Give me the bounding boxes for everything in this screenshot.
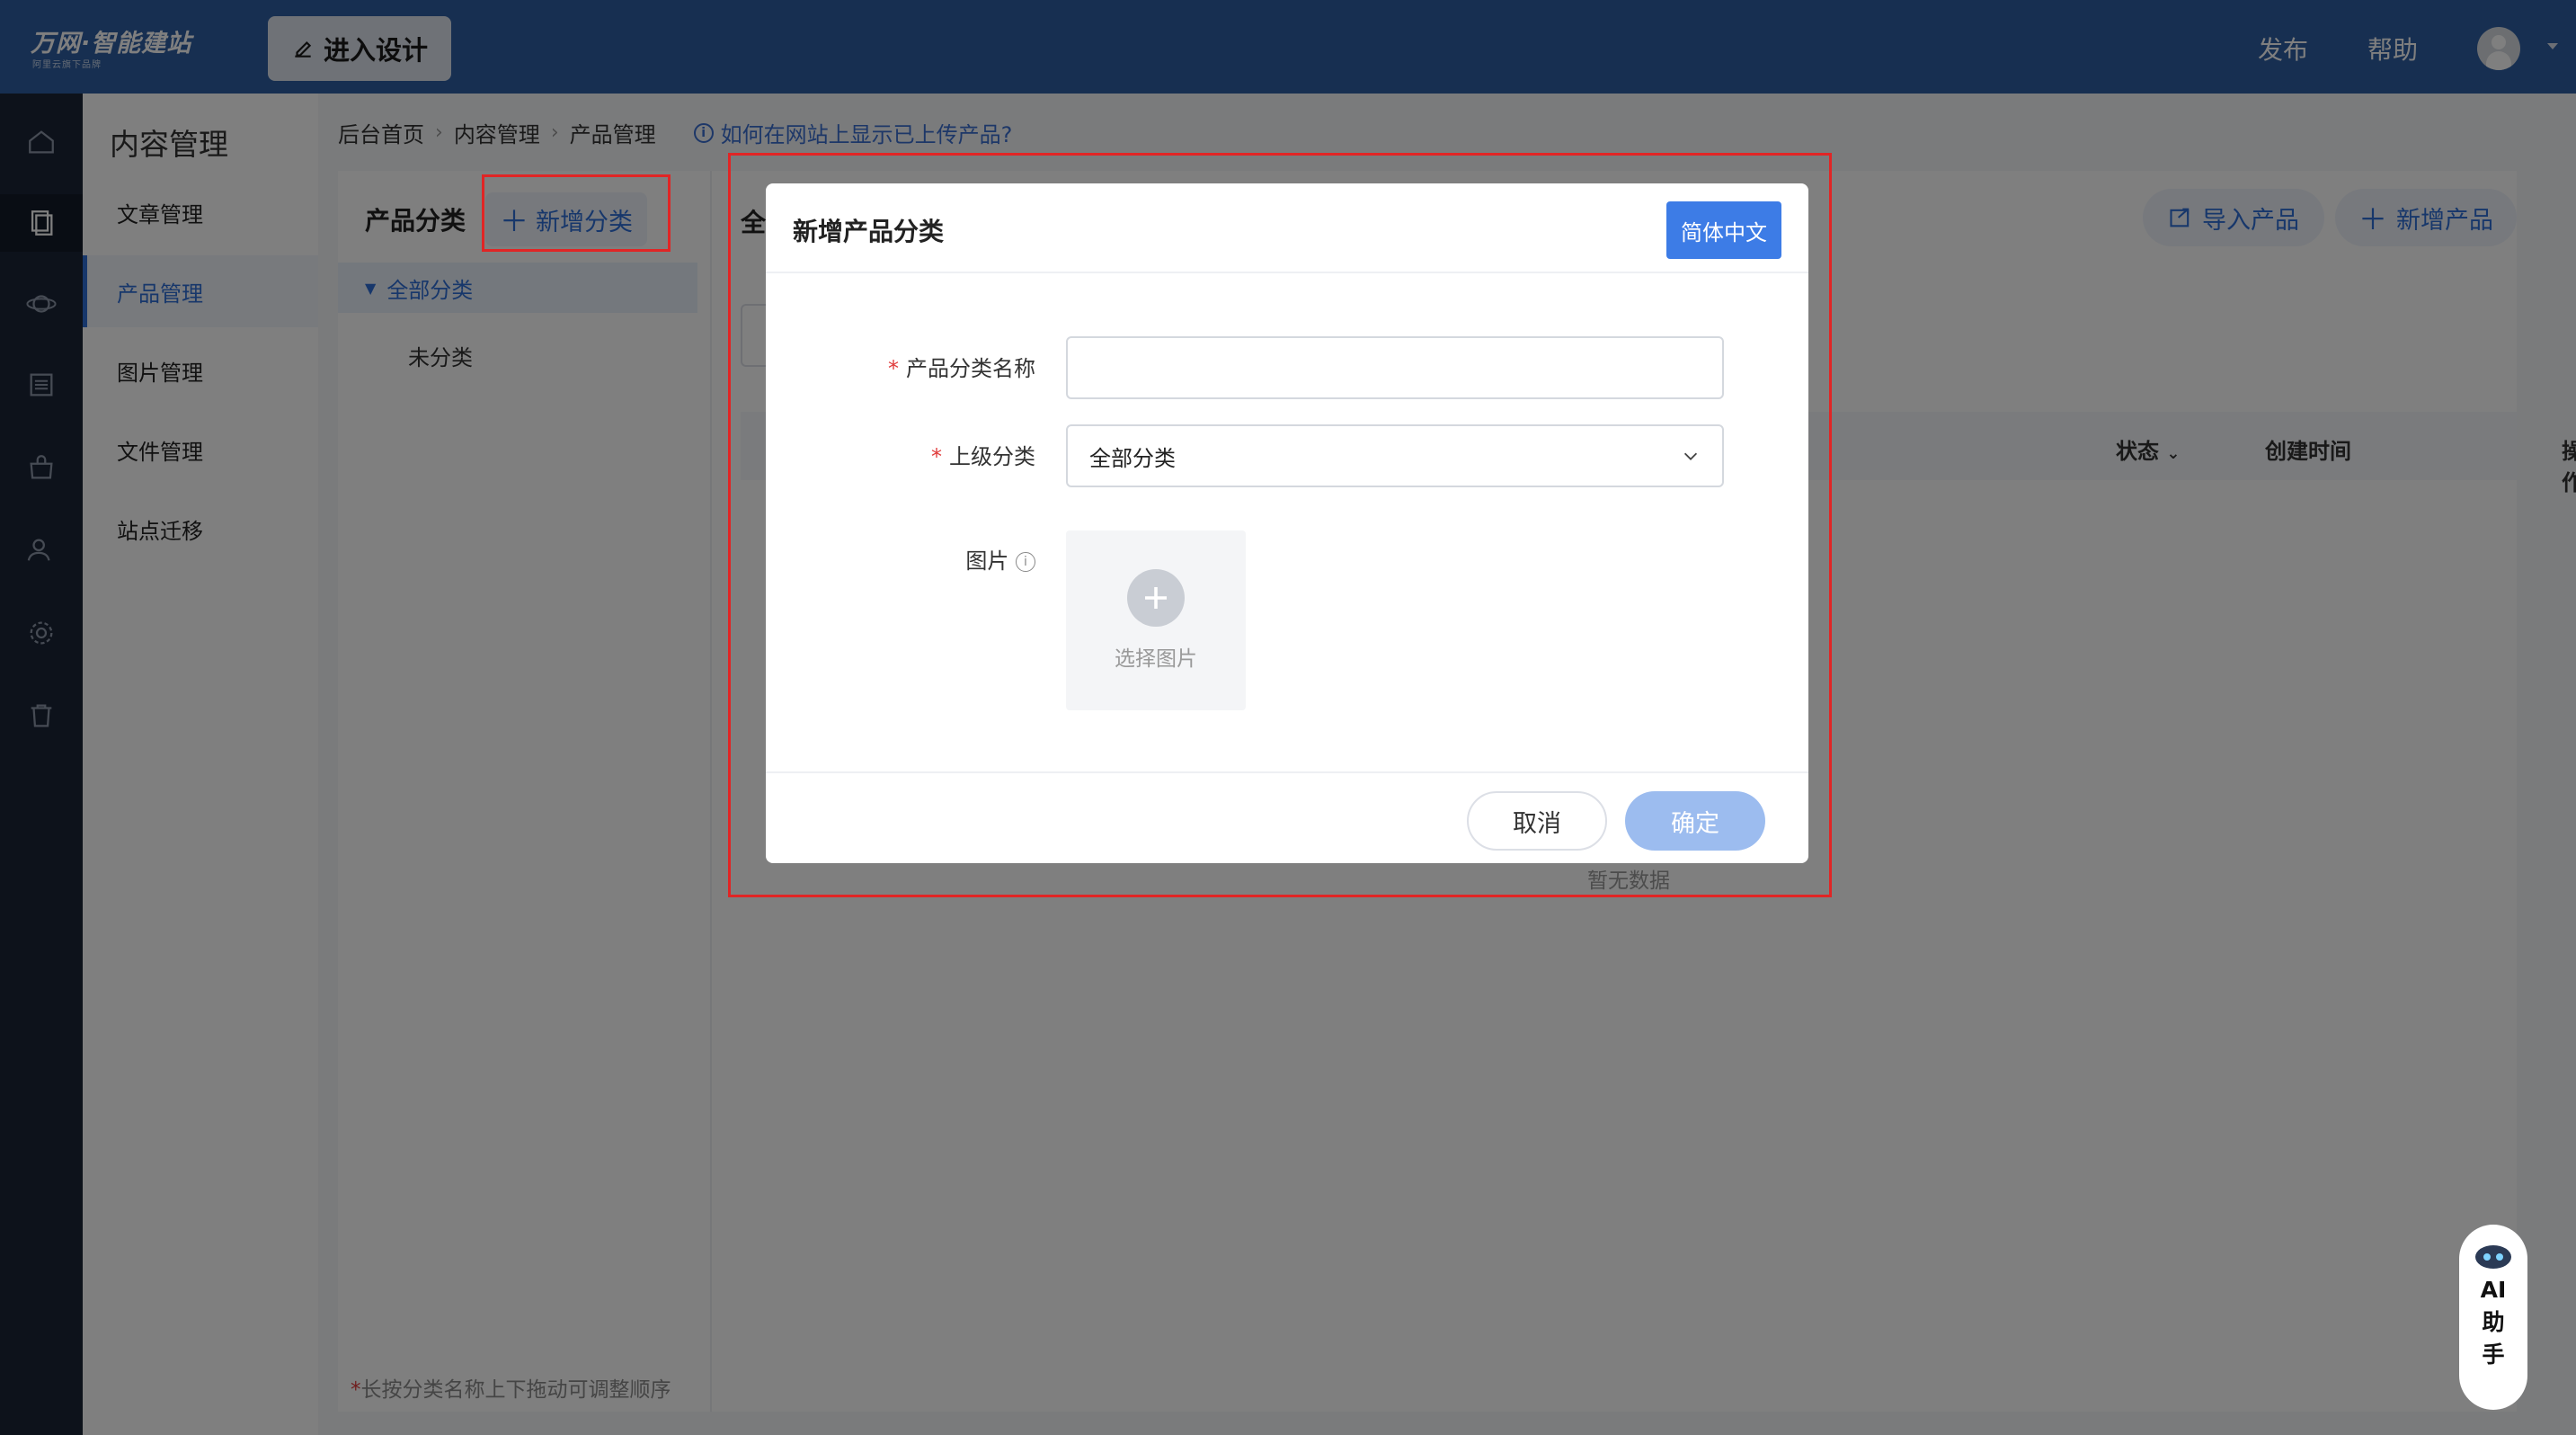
chevron-down-icon	[1683, 452, 1698, 460]
info-icon[interactable]: i	[1016, 552, 1035, 572]
ai-label-line2: 助	[2482, 1309, 2505, 1335]
annotation-box-add-category	[482, 174, 671, 252]
choose-image-label: 选择图片	[1115, 647, 1197, 671]
parent-label: * 上级分类	[931, 444, 1035, 469]
category-name-input[interactable]	[1066, 336, 1724, 399]
ai-label-line1: AI	[2480, 1277, 2507, 1303]
ai-assistant-button[interactable]: AI 助 手	[2459, 1225, 2527, 1410]
plus-icon	[1127, 569, 1185, 627]
image-upload[interactable]: 选择图片	[1066, 530, 1246, 710]
ai-label-line3: 手	[2482, 1341, 2505, 1368]
robot-icon	[2475, 1245, 2511, 1269]
dialog-footer-divider	[766, 771, 1808, 773]
parent-category-select[interactable]: 全部分类	[1066, 424, 1724, 487]
image-label: 图片 i	[820, 543, 1035, 575]
dialog-title: 新增产品分类	[793, 217, 945, 246]
cancel-button[interactable]: 取消	[1467, 791, 1607, 851]
confirm-button[interactable]: 确定	[1625, 791, 1765, 851]
language-button[interactable]: 简体中文	[1666, 201, 1781, 259]
name-label: * 产品分类名称	[888, 356, 1035, 381]
dialog-header: 新增产品分类 简体中文	[766, 183, 1808, 273]
add-category-dialog: 新增产品分类 简体中文 * 产品分类名称 * 上级分类 全部分类 图片 i 选择图片…	[766, 183, 1808, 863]
parent-category-value: 全部分类	[1089, 445, 1176, 471]
